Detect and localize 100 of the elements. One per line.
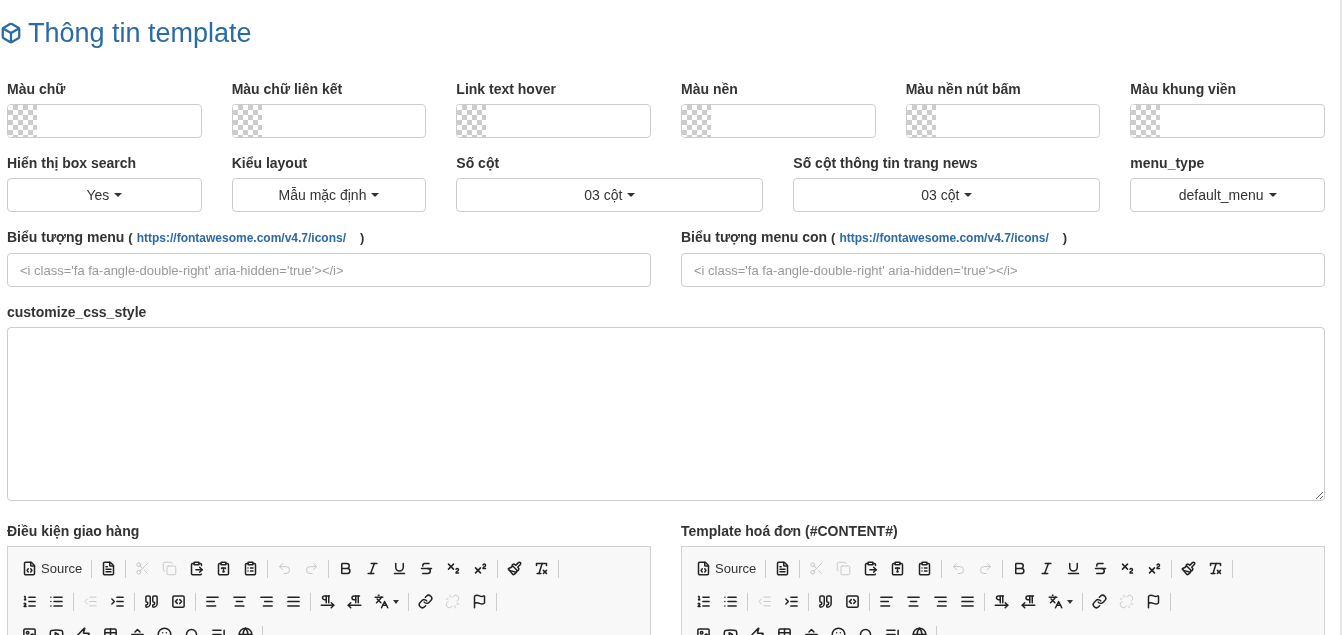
color-input[interactable] <box>905 104 1101 138</box>
paintbrush-icon <box>507 561 523 576</box>
italic-icon <box>1039 561 1055 576</box>
color-input[interactable] <box>456 104 651 138</box>
clipboard-list-icon <box>917 561 933 576</box>
language-icon <box>374 594 389 609</box>
caret-icon <box>114 193 123 197</box>
caret-icon <box>627 193 636 197</box>
icons-link[interactable]: https://fontawesome.com/v4.7/icons/ <box>136 228 347 248</box>
color-input[interactable] <box>231 104 427 138</box>
caret-icon <box>964 193 973 197</box>
strikethrough-icon <box>1093 561 1109 576</box>
transparent-swatch <box>1131 105 1161 137</box>
dropdown-button[interactable]: default_menu <box>1130 178 1325 212</box>
parenthesis: ( <box>831 229 836 247</box>
dropdown-button[interactable]: Yes <box>7 178 202 212</box>
numbered-list-icon <box>696 594 711 609</box>
superscript-icon <box>1147 561 1163 576</box>
quote-icon <box>818 594 833 609</box>
copy-icon <box>162 561 178 576</box>
bold-icon <box>338 561 354 576</box>
quote-icon <box>144 594 159 609</box>
cube-icon <box>0 22 22 44</box>
copy-icon <box>836 561 852 576</box>
field-label: Màu chữ liên kết <box>231 80 344 99</box>
redo-icon <box>304 561 320 576</box>
clear-format-icon <box>1208 561 1224 576</box>
flag-icon <box>1146 594 1161 609</box>
color-input[interactable] <box>7 104 202 138</box>
color-input[interactable] <box>1130 104 1325 138</box>
transparent-swatch <box>682 105 711 137</box>
clear-format-icon <box>534 561 550 576</box>
outdent-icon <box>757 594 772 609</box>
align-left-icon <box>205 594 220 609</box>
div-code-icon <box>171 594 186 609</box>
pilcrow-left-icon <box>347 594 362 609</box>
align-right-icon <box>933 594 948 609</box>
field-label: Số cột <box>456 154 501 173</box>
field-label: Màu nền nút bấm <box>905 80 1022 99</box>
underline-icon <box>1066 561 1082 576</box>
code-file-icon <box>22 561 37 576</box>
caret-icon <box>1067 599 1073 604</box>
align-left-icon <box>879 594 894 609</box>
transparent-swatch <box>232 105 262 137</box>
underline-icon <box>392 561 408 576</box>
unlink-icon <box>1119 594 1134 609</box>
input-field[interactable]: <i class='fa fa-angle-double-right' aria-hidden='true'></i> <box>7 253 651 287</box>
clipboard-icon <box>863 561 879 576</box>
clipboard-list-icon <box>243 561 259 576</box>
field-label: Màu nền <box>681 80 739 99</box>
align-center-icon <box>906 594 921 609</box>
transparent-swatch <box>8 105 37 137</box>
align-right-icon <box>259 594 274 609</box>
field-label: Điều kiện giao hàng <box>7 522 141 541</box>
div-code-icon <box>845 594 860 609</box>
field-label: Biểu tượng menu <box>7 228 125 247</box>
undo-icon <box>277 561 293 576</box>
undo-icon <box>951 561 967 576</box>
transparent-swatch <box>457 105 487 137</box>
field-label: Link text hover <box>456 80 557 99</box>
input-field[interactable]: <i class='fa fa-angle-double-right' aria-hidden='true'></i> <box>681 253 1325 287</box>
superscript-icon <box>473 561 489 576</box>
outdent-icon <box>83 594 98 609</box>
parenthesis: ( <box>128 229 133 247</box>
strikethrough-icon <box>419 561 435 576</box>
redo-icon <box>978 561 994 576</box>
document-icon <box>101 561 117 576</box>
field-label: Template hoá đơn (#CONTENT#) <box>681 522 899 541</box>
caret-icon <box>1268 193 1277 197</box>
justify-icon <box>286 594 301 609</box>
code-file-icon <box>696 561 711 576</box>
bold-icon <box>1012 561 1028 576</box>
document-icon <box>775 561 791 576</box>
dropdown-button[interactable]: 03 cột <box>793 178 1101 212</box>
page-title: Thông tin template <box>28 16 252 50</box>
dropdown-button[interactable]: 03 cột <box>456 178 764 212</box>
link-icon <box>418 594 433 609</box>
pilcrow-right-icon <box>320 594 335 609</box>
parenthesis: ) <box>360 229 365 247</box>
icons-link[interactable]: https://fontawesome.com/v4.7/icons/ <box>839 228 1049 248</box>
indent-icon <box>784 594 799 609</box>
caret-icon <box>371 193 380 197</box>
parenthesis: ) <box>1062 229 1068 247</box>
transparent-swatch <box>906 105 936 137</box>
pilcrow-right-icon <box>994 594 1009 609</box>
subscript-icon <box>1120 561 1136 576</box>
source-button[interactable]: Source <box>16 555 89 582</box>
pilcrow-left-icon <box>1021 594 1036 609</box>
flag-icon <box>472 594 487 609</box>
numbered-list-icon <box>22 594 37 609</box>
clipboard-icon <box>189 561 205 576</box>
dropdown-button[interactable]: Mẫu mặc định <box>231 178 427 212</box>
bullet-list-icon <box>723 594 738 609</box>
field-label: customize_css_style <box>7 303 148 322</box>
paintbrush-icon <box>1181 561 1197 576</box>
source-button[interactable]: Source <box>690 555 763 582</box>
field-label: Biểu tượng menu con <box>681 228 828 247</box>
field-label: menu_type <box>1130 154 1206 173</box>
indent-icon <box>110 594 125 609</box>
color-input[interactable] <box>681 104 876 138</box>
